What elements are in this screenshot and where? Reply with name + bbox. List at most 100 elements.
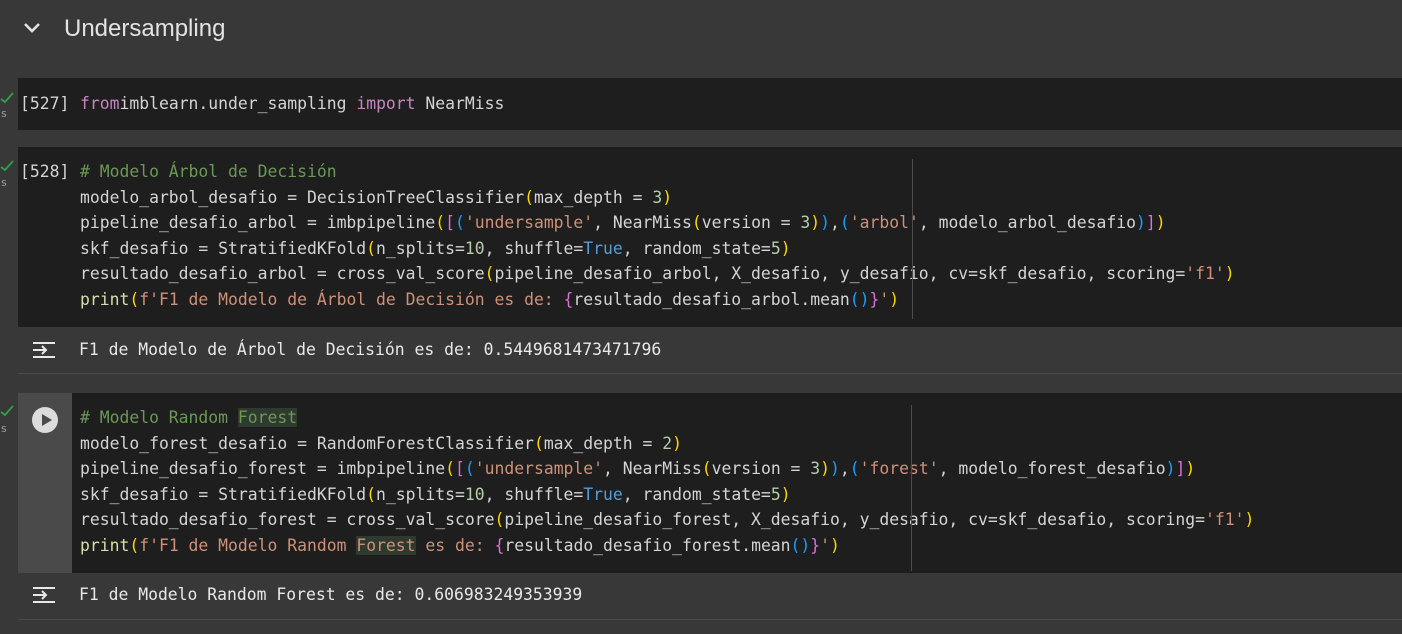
check-icon [0,405,14,417]
code-cell-527[interactable]: [527] fromimblearn.under_sampling import… [18,78,1402,130]
code-token: ' [879,289,890,309]
code-line[interactable]: resultado_desafio_forest = cross_val_sco… [80,507,1254,533]
code-token: ( [849,459,860,478]
code-line[interactable]: print(f'F1 de Modelo Random Forest es de… [80,533,1254,559]
code-token: ( [129,289,140,309]
code-token: ( [701,459,712,478]
code-line[interactable]: modelo_arbol_desafio = DecisionTreeClass… [80,185,1235,211]
code-token: True [583,238,623,258]
code-editor[interactable]: # Modelo Random Forest modelo_forest_desa… [80,405,1254,558]
code-token: ( [524,187,534,207]
code-token: 10 [464,238,485,258]
code-token: () [849,289,870,309]
code-token: resultado_desafio_forest.mean [504,535,791,555]
output-text: F1 de Modelo Random Forest es de: 0.6069… [79,585,583,604]
code-token: ( [839,213,850,232]
code-line[interactable]: fromimblearn.under_sampling import NearM… [80,91,504,117]
code-token: , shuffle= [484,238,584,258]
code-token: ) [820,459,831,478]
divider [18,619,1402,620]
code-token: print [80,535,130,555]
code-token: 2 [662,433,673,453]
execution-time: 0s [0,176,8,189]
code-token: resultado_desafio_arbol = cross_val_scor… [80,264,485,283]
code-token: ) [1224,264,1235,283]
code-token: modelo_arbol_desafio = DecisionTreeClass… [80,187,525,207]
code-token: print [80,289,130,309]
code-line[interactable]: # Modelo Árbol de Decisión [80,159,1235,185]
code-token: ( [445,459,455,478]
code-token: import [356,94,416,113]
execution-count: [528] [20,162,70,181]
ruler-guide [912,159,913,319]
code-token: , random_state= [622,238,771,258]
code-token: [ [455,459,465,478]
code-token: f'F1 de Modelo de Árbol de Decisión es d… [139,289,564,309]
code-token: skf_desafio = StratifiedKFold [80,238,367,258]
code-token: 3 [810,459,821,478]
code-token: ( [435,213,446,232]
output-toggle-icon[interactable] [30,338,58,362]
code-line[interactable]: # Modelo Random Forest [80,405,1254,431]
run-gutter[interactable] [18,393,72,573]
code-token: ( [691,213,702,232]
code-token: skf_desafio = StratifiedKFold [80,484,367,504]
code-token: Forest [237,408,298,427]
code-token: , NearMiss [603,459,702,478]
code-token: 10 [464,484,485,504]
code-token: version = [701,213,801,232]
code-token: max_depth = [543,433,663,453]
code-token: pipeline_desafio_arbol = imbpipeline [80,213,436,232]
code-token: max_depth = [533,187,653,207]
code-token: ( [455,213,465,232]
code-token: ] [1175,459,1186,478]
code-token: ) [1244,510,1255,529]
execution-time: 0s [0,422,8,435]
section-title: Undersampling [64,15,226,42]
cell-output: F1 de Modelo Random Forest es de: 0.6069… [18,573,1402,617]
code-line[interactable]: resultado_desafio_arbol = cross_val_scor… [80,261,1235,287]
ruler-guide [911,405,912,571]
code-line[interactable]: skf_desafio = StratifiedKFold(n_splits=1… [80,482,1254,508]
code-token: # Modelo Árbol de Decisión [80,162,337,181]
execution-count: [527] [20,94,70,113]
code-token: Forest [356,535,416,555]
section-header[interactable]: Undersampling [0,0,1402,60]
code-line[interactable]: pipeline_desafio_arbol = imbpipeline([('… [80,210,1235,236]
code-token: 5 [770,238,781,258]
play-icon[interactable] [32,407,58,433]
code-token: ) [1185,459,1196,478]
code-token: 'forest' [859,459,939,478]
code-cell-528[interactable]: [528] # Modelo Árbol de Decisión modelo_a… [18,147,1402,327]
code-token: { [563,289,574,309]
output-text: F1 de Modelo de Árbol de Decisión es de:… [79,340,662,359]
output-toggle-icon[interactable] [30,583,58,607]
code-token: ( [464,459,475,478]
code-token: 'undersample' [474,459,604,478]
code-cell-random-forest[interactable]: # Modelo Random Forest modelo_forest_desa… [18,393,1402,573]
code-token: NearMiss [415,94,505,113]
code-token: ( [366,484,377,504]
code-token: resultado_desafio_arbol.mean [573,289,850,309]
code-line[interactable]: modelo_forest_desafio = RandomForestClas… [80,431,1254,457]
code-token: 'f1' [1185,264,1225,283]
code-token: # Modelo Random [80,408,238,427]
code-token: es de: [415,535,495,555]
code-token: f'F1 de Modelo Random [139,535,357,555]
code-line[interactable]: print(f'F1 de Modelo de Árbol de Decisió… [80,287,1235,313]
code-token: ) [830,459,840,478]
code-token: ) [820,213,831,232]
chevron-down-icon[interactable] [22,18,42,38]
code-editor[interactable]: # Modelo Árbol de Decisión modelo_arbol_d… [80,159,1235,312]
code-token: , modelo_forest_desafio [938,459,1166,478]
code-token: , [839,459,850,478]
code-token: , NearMiss [593,213,692,232]
code-token: ( [366,238,377,258]
code-token: 'undersample' [464,213,594,232]
code-line[interactable]: pipeline_desafio_forest = imbpipeline([(… [80,456,1254,482]
code-line[interactable]: skf_desafio = StratifiedKFold(n_splits=1… [80,236,1235,262]
code-token: ) [780,484,791,504]
code-editor[interactable]: fromimblearn.under_sampling import NearM… [80,91,504,117]
code-token: from [80,94,120,113]
code-token: ' [820,535,831,555]
